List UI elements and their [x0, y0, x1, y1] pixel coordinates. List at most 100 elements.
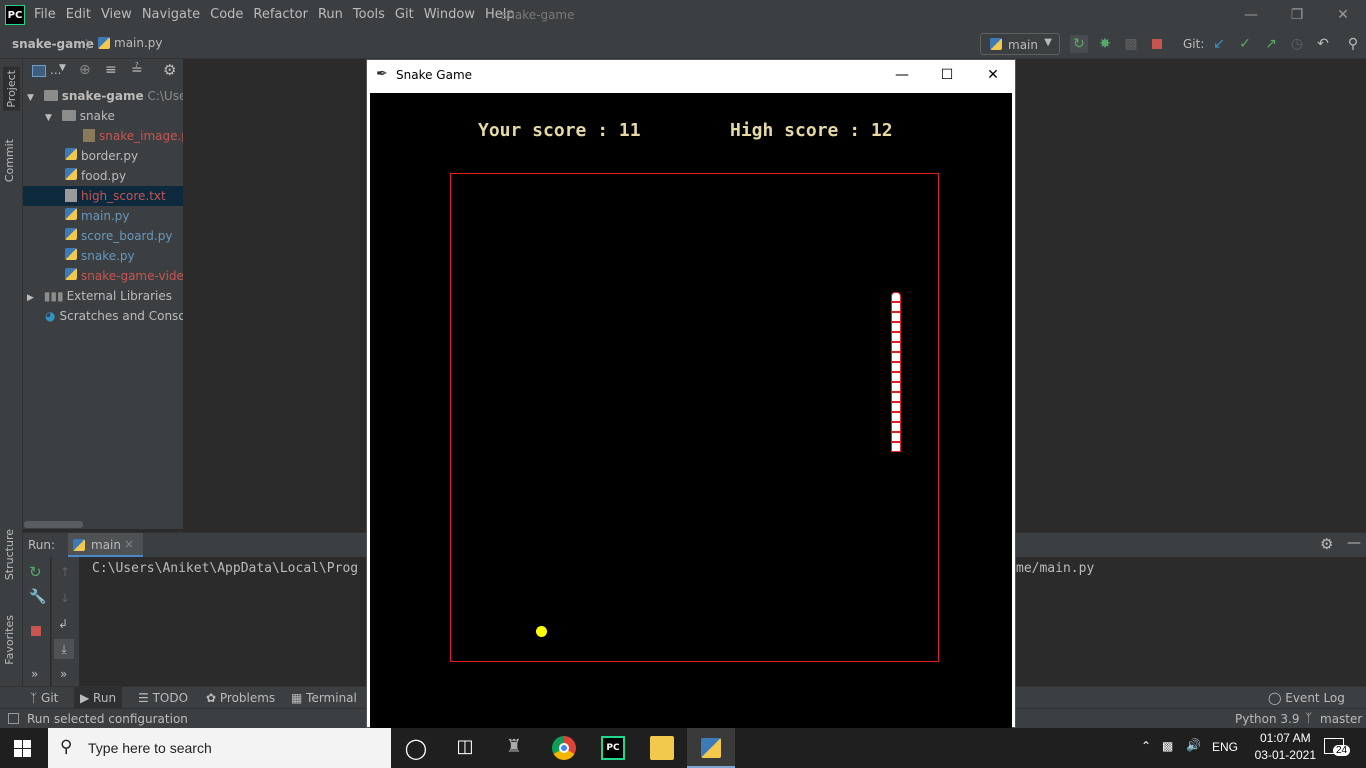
interpreter-widget[interactable]: Python 3.9 [1235, 712, 1300, 726]
down-arrow-icon[interactable]: ↓ [60, 591, 70, 605]
game-minimize-button[interactable]: — [879, 60, 925, 91]
app-icon[interactable]: ♜ [502, 736, 526, 760]
system-clock[interactable]: 01:07 AM 03-01-2021 [1255, 731, 1316, 762]
terminal-tab[interactable]: ▦ Terminal [291, 691, 357, 705]
stop-icon[interactable] [31, 626, 41, 636]
tree-file-main[interactable]: main.py [23, 206, 183, 226]
rerun-icon[interactable]: ↻ [1070, 35, 1088, 53]
stop-button[interactable] [1148, 35, 1166, 53]
close-button[interactable]: ✕ [1320, 0, 1366, 30]
pycharm-taskbar-icon[interactable]: PC [601, 736, 625, 760]
soft-wrap-icon[interactable]: ↲ [58, 617, 68, 631]
python-run-icon [73, 539, 85, 551]
play-icon: ▶ [80, 691, 94, 705]
problems-icon: ✿ [206, 691, 220, 705]
search-everywhere-icon[interactable]: ⚲ [1344, 35, 1362, 53]
tab-structure[interactable]: Structure [3, 529, 16, 580]
menu-code[interactable]: Code [210, 7, 243, 22]
game-close-button[interactable]: ✕ [970, 60, 1016, 91]
run-tab[interactable]: ▶ Run [74, 687, 123, 709]
menu-window[interactable]: Window [424, 7, 475, 22]
locate-icon[interactable]: ⊕ [79, 62, 91, 78]
search-placeholder: Type here to search [88, 740, 212, 756]
git-history-icon[interactable]: ◷ [1288, 35, 1306, 53]
tree-external-libraries[interactable]: ▶ ▮▮▮ External Libraries [23, 286, 183, 306]
task-view-icon[interactable]: ◫ [453, 736, 477, 760]
hide-panel-icon[interactable]: — [1347, 535, 1361, 551]
run-configuration-label: main [1008, 38, 1038, 52]
menu-run[interactable]: Run [318, 7, 343, 22]
snake-segment [891, 342, 901, 352]
python-taskbar-button[interactable] [687, 728, 735, 768]
chrome-icon[interactable] [552, 736, 576, 760]
tree-scratches[interactable]: ◕Scratches and Consoles [23, 306, 183, 326]
gear-icon[interactable]: ⚙ [163, 61, 176, 79]
tab-commit[interactable]: Commit [3, 139, 16, 182]
volume-icon[interactable]: 🔊 [1186, 738, 1201, 752]
panel-toggle-icon[interactable] [8, 713, 19, 724]
menu-tools[interactable]: Tools [353, 7, 385, 22]
collapse-all-icon[interactable]: ≟ [131, 62, 143, 78]
debug-icon[interactable]: ✸ [1096, 35, 1114, 53]
tab-project[interactable]: Project [3, 67, 20, 111]
tree-file-high-score[interactable]: high_score.txt [23, 186, 183, 206]
menu-file[interactable]: File [34, 7, 56, 22]
wrench-icon[interactable]: 🔧 [29, 589, 46, 605]
windows-start-icon[interactable] [14, 740, 32, 758]
tree-root[interactable]: ▼ snake-game C:\Users\ [23, 86, 183, 106]
menu-navigate[interactable]: Navigate [142, 7, 200, 22]
run-tab-main[interactable]: main × [68, 533, 143, 557]
breadcrumb-project[interactable]: snake-game [12, 37, 94, 51]
chevron-down-icon: ▼ [45, 113, 52, 123]
menu-view[interactable]: View [101, 7, 132, 22]
tree-file-border[interactable]: border.py [23, 146, 183, 166]
up-arrow-icon[interactable]: ↑ [60, 565, 70, 579]
git-update-icon[interactable]: ↙ [1210, 35, 1228, 53]
tree-file-snake[interactable]: snake.py [23, 246, 183, 266]
coverage-icon[interactable]: ▩ [1122, 35, 1140, 53]
todo-tab[interactable]: ☰ TODO [138, 691, 188, 705]
menu-refactor[interactable]: Refactor [253, 7, 308, 22]
scroll-to-end-icon[interactable]: ⤓ [54, 639, 74, 659]
horizontal-scrollbar[interactable] [24, 521, 83, 528]
branch-widget[interactable]: master [1320, 712, 1362, 726]
restore-button[interactable]: ❐ [1274, 0, 1320, 30]
game-maximize-button[interactable]: ☐ [924, 60, 970, 91]
rollback-icon[interactable]: ↶ [1314, 35, 1332, 53]
menu-git[interactable]: Git [395, 7, 414, 22]
cortana-icon[interactable]: ◯ [404, 736, 428, 760]
tree-folder-snake[interactable]: ▼ snake [23, 106, 183, 126]
minimize-button[interactable]: — [1228, 0, 1274, 30]
tab-favorites[interactable]: Favorites [3, 615, 16, 665]
snake-segment [891, 442, 901, 452]
tree-file-food[interactable]: food.py [23, 166, 183, 186]
expand-all-icon[interactable]: ≡ [105, 62, 117, 78]
language-indicator[interactable]: ENG [1212, 740, 1238, 754]
more-icon[interactable]: » [60, 667, 67, 681]
network-icon[interactable]: ▩ [1162, 739, 1173, 753]
run-configuration-select[interactable]: main ▼ [980, 33, 1060, 55]
event-log-label: Event Log [1285, 691, 1345, 705]
git-label: Git: [1183, 37, 1205, 51]
chevron-up-icon[interactable]: ⌃ [1141, 739, 1151, 753]
gear-icon[interactable]: ⚙ [1320, 535, 1333, 553]
file-explorer-icon[interactable] [650, 736, 674, 760]
tree-file-snake-image[interactable]: snake_image.png [23, 126, 183, 146]
close-tab-icon[interactable]: × [124, 537, 134, 551]
more-icon[interactable]: » [31, 667, 38, 681]
git-commit-icon[interactable]: ✓ [1236, 35, 1254, 53]
breadcrumb-file[interactable]: main.py [98, 36, 163, 50]
game-title-bar[interactable]: ✒ Snake Game — ☐ ✕ [367, 60, 1015, 91]
event-log-tab[interactable]: ◯ Event Log [1268, 691, 1345, 705]
menu-edit[interactable]: Edit [66, 7, 91, 22]
taskbar-search[interactable]: ⚲ Type here to search [48, 728, 391, 768]
game-canvas[interactable]: Your score : 11 High score : 12 [370, 93, 1012, 729]
git-push-icon[interactable]: ↗ [1262, 35, 1280, 53]
tree-file-video[interactable]: snake-game-video.mp4 [23, 266, 183, 286]
problems-tab[interactable]: ✿ Problems [206, 691, 275, 705]
project-view-icon[interactable] [32, 65, 46, 77]
tree-file-score-board[interactable]: score_board.py [23, 226, 183, 246]
rerun-icon[interactable]: ↻ [29, 563, 42, 581]
git-tab[interactable]: ᛉ Git [30, 691, 58, 705]
notification-icon[interactable]: 24 [1324, 738, 1351, 756]
